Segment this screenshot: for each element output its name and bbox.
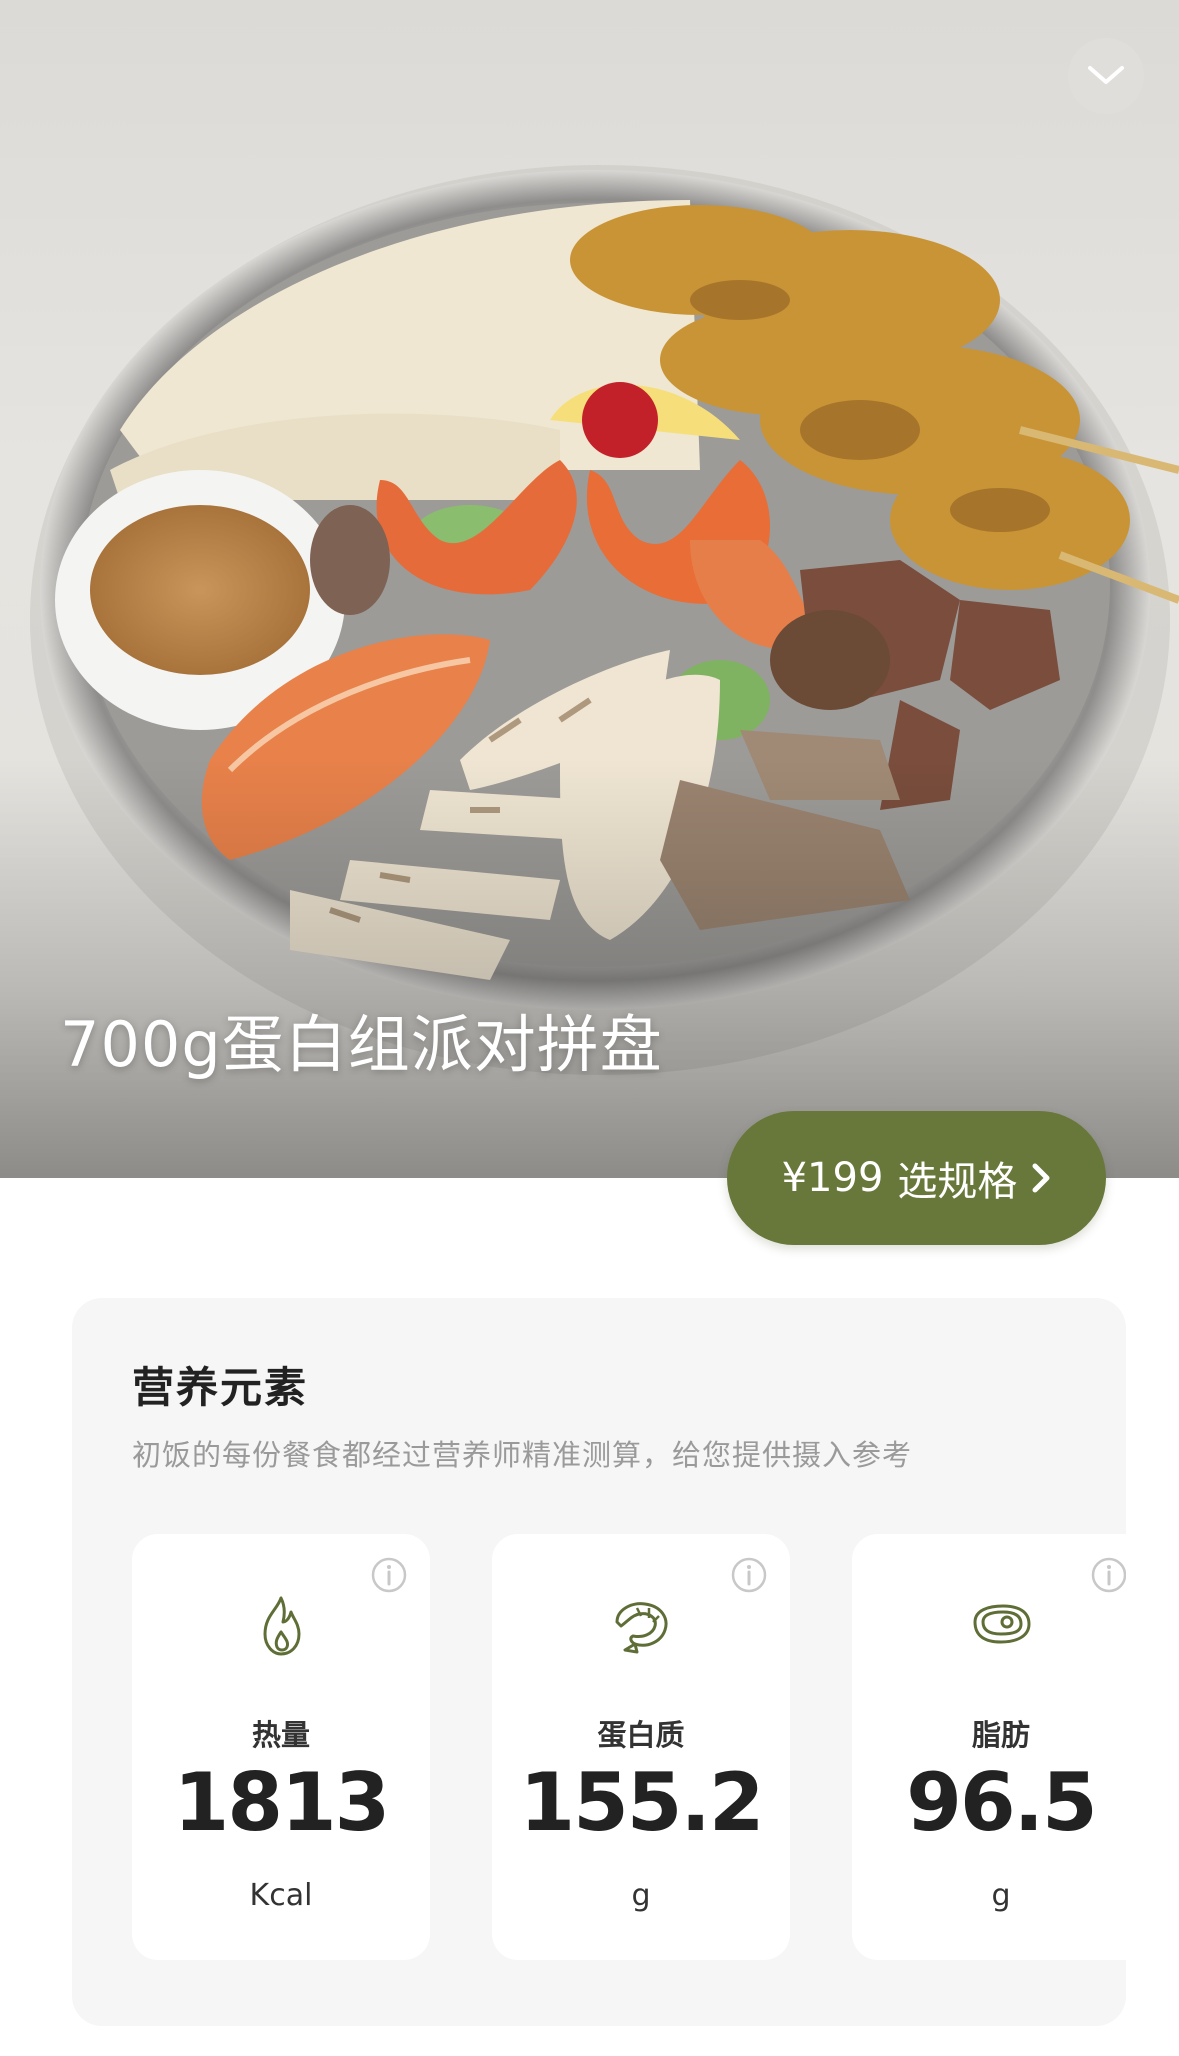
metric-value: 1813	[173, 1756, 391, 1849]
metric-unit: Kcal	[249, 1878, 313, 1913]
flame-icon	[263, 1596, 301, 1656]
chevron-down-icon	[1088, 66, 1124, 84]
metric-unit: g	[631, 1878, 651, 1913]
info-icon[interactable]	[730, 1556, 768, 1594]
info-icon[interactable]	[1090, 1556, 1126, 1594]
nutrition-description: 初饭的每份餐食都经过营养师精准测算，给您提供摄入参考	[132, 1438, 913, 1472]
metric-value: 155.2	[519, 1756, 764, 1849]
nutrition-card: 营养元素 初饭的每份餐食都经过营养师精准测算，给您提供摄入参考 热量 1813 …	[72, 1298, 1126, 2026]
product-title: 700g蛋白组派对拼盘	[60, 1008, 663, 1081]
metric-unit: g	[991, 1878, 1011, 1913]
shrimp-icon	[615, 1602, 668, 1654]
metric-name: 脂肪	[971, 1718, 1030, 1752]
metric-name: 热量	[251, 1718, 310, 1752]
info-icon[interactable]	[370, 1556, 408, 1594]
nutrition-title: 营养元素	[132, 1363, 309, 1412]
select-spec-button[interactable]: ¥199 选规格	[727, 1111, 1106, 1245]
metric-protein: 蛋白质 155.2 g	[492, 1534, 790, 1960]
product-detail-page: 700g蛋白组派对拼盘 ¥199 选规格 营养元素 初饭的每份餐食都经过营养师精…	[0, 0, 1179, 2056]
hero-image: 700g蛋白组派对拼盘	[0, 0, 1179, 1178]
meat-icon	[973, 1604, 1031, 1644]
chevron-right-icon	[1032, 1163, 1050, 1193]
price-text: ¥199	[781, 1155, 884, 1201]
metric-calories: 热量 1813 Kcal	[132, 1534, 430, 1960]
select-spec-label: 选规格	[897, 1159, 1018, 1205]
metric-name: 蛋白质	[597, 1718, 685, 1752]
metric-fat: 脂肪 96.5 g	[852, 1534, 1126, 1960]
metric-value: 96.5	[906, 1756, 1097, 1849]
collapse-button[interactable]	[1068, 38, 1144, 114]
